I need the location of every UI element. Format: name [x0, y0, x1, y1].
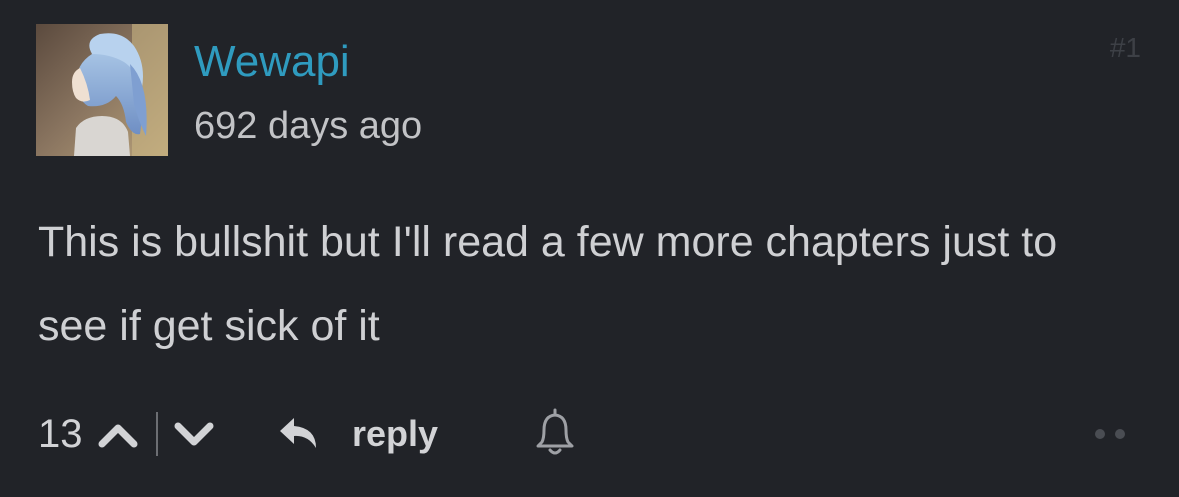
more-dots-icon [1095, 429, 1125, 439]
timestamp: 692 days ago [194, 105, 423, 147]
chevron-up-icon [98, 424, 138, 448]
bell-icon [536, 408, 574, 455]
notify-button[interactable] [530, 406, 580, 458]
username-link[interactable]: Wewapi [194, 36, 350, 88]
chevron-down-icon [174, 422, 214, 446]
avatar[interactable] [36, 24, 168, 156]
downvote-button[interactable] [172, 414, 216, 454]
comment-body: This is bullshit but I'll read a few mor… [38, 218, 1058, 350]
comment-number[interactable]: #1 [1110, 30, 1141, 66]
comment-actions: 13 reply [38, 404, 1138, 464]
more-options-button[interactable] [1090, 422, 1134, 446]
reply-arrow-icon [278, 416, 320, 452]
upvote-button[interactable] [96, 414, 140, 454]
avatar-image [36, 24, 168, 156]
reply-label: reply [352, 413, 439, 454]
comment-card: Wewapi 692 days ago #1 This is bullshit … [0, 0, 1179, 497]
vote-count: 13 [38, 412, 83, 456]
vote-divider [156, 412, 158, 456]
